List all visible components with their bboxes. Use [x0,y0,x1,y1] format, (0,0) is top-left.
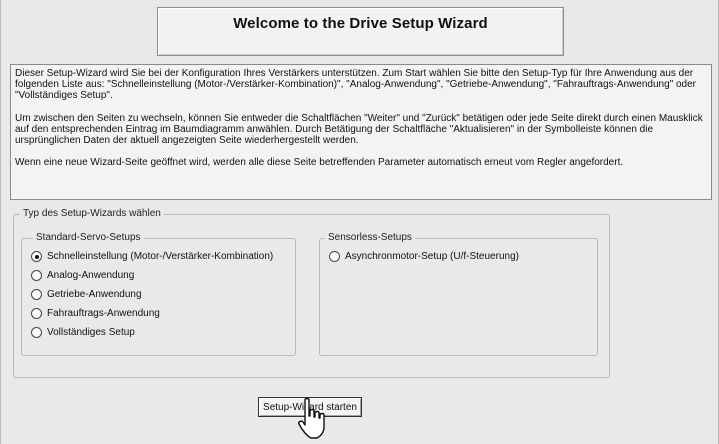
radio-button[interactable] [31,270,42,281]
description-paragraph: Um zwischen den Seiten zu wechseln, könn… [15,112,703,147]
radio-label: Vollständiges Setup [47,327,135,338]
radio-label: Analog-Anwendung [47,270,135,281]
radio-button[interactable] [31,327,42,338]
radio-schnelleinstellung[interactable]: Schnelleinstellung (Motor-/Verstärker-Ko… [31,251,273,262]
radio-vollstaendiges-setup[interactable]: Vollständiges Setup [31,327,135,338]
radio-button[interactable] [31,308,42,319]
sensorless-group-label: Sensorless-Setups [325,232,415,243]
radio-label: Getriebe-Anwendung [47,289,142,300]
description-panel: Dieser Setup-Wizard wird Sie bei der Kon… [10,64,712,200]
title-panel: Welcome to the Drive Setup Wizard [157,7,564,56]
radio-getriebe-anwendung[interactable]: Getriebe-Anwendung [31,289,142,300]
hand-pointer-icon [298,397,325,439]
radio-button[interactable] [329,251,340,262]
radio-label: Schnelleinstellung (Motor-/Verstärker-Ko… [47,251,274,262]
radio-asynchronmotor-setup[interactable]: Asynchronmotor-Setup (U/f-Steuerung) [329,251,519,262]
description-paragraph: Dieser Setup-Wizard wird Sie bei der Kon… [15,68,697,102]
radio-label: Asynchronmotor-Setup (U/f-Steuerung) [345,251,519,262]
radio-label: Fahrauftrags-Anwendung [47,308,160,319]
radio-button[interactable] [31,289,42,300]
page-title: Welcome to the Drive Setup Wizard [233,15,488,32]
radio-fahrauftrags-anwendung[interactable]: Fahrauftrags-Anwendung [31,308,160,319]
radio-button[interactable] [31,251,42,262]
standard-servo-group-label: Standard-Servo-Setups [33,232,144,243]
setup-type-group-label: Typ des Setup-Wizards wählen [20,208,164,219]
description-paragraph: Wenn eine neue Wizard-Seite geöffnet wir… [15,157,624,169]
wizard-page: Welcome to the Drive Setup Wizard Dieser… [0,0,719,444]
radio-analog-anwendung[interactable]: Analog-Anwendung [31,270,134,281]
